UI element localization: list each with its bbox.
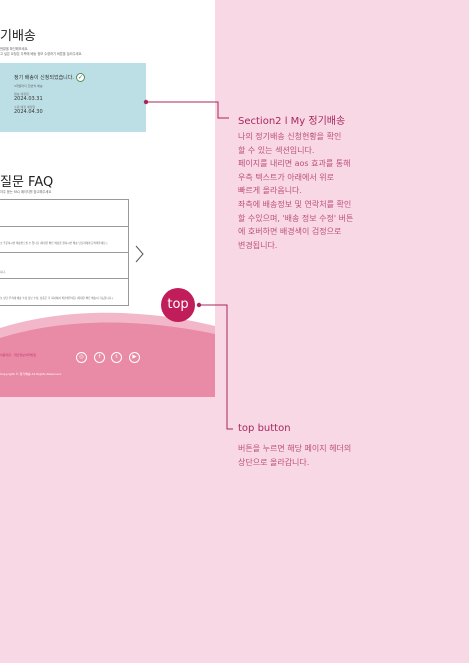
annotation-body-top-button: 버튼을 누르면 해당 페이지 헤더의 상단으로 올라갑니다. [238, 442, 388, 469]
annotation-line: 나의 정기배송 신청현황을 확인 [238, 132, 342, 141]
annotation-line: 버튼을 누르면 해당 페이지 헤더의 [238, 444, 352, 453]
annotation-body-section2: 나의 정기배송 신청현황을 확인 할 수 있는 섹션입니다. 페이지를 내리면 … [238, 130, 388, 252]
annotation-line: 페이지를 내리면 aos 효과를 통해 [238, 159, 351, 169]
annotation-line: 좌측에 배송정보 및 연락처를 확인 [238, 199, 352, 209]
annotation-connectors [143, 99, 233, 430]
annotation-line: 에 호버하면 배경색이 검정으로 [238, 227, 342, 237]
annotation-line: 할 수있으며, '배송 정보 수정' 버튼 [238, 213, 354, 223]
annotation-title-top-button: top button [238, 423, 291, 434]
annotation-line: 할 수 있는 섹션입니다. [238, 145, 315, 155]
annotation-line: 변경됩니다. [238, 240, 278, 250]
annotation-line: 빠르게 올라옵니다. [238, 186, 302, 196]
annotation-line: 상단으로 올라갑니다. [238, 457, 310, 467]
annotation-title-section2: Section2 l My 정기배송 [238, 116, 346, 127]
annotation-line: 우측 텍스트가 아래에서 위로 [238, 172, 334, 182]
